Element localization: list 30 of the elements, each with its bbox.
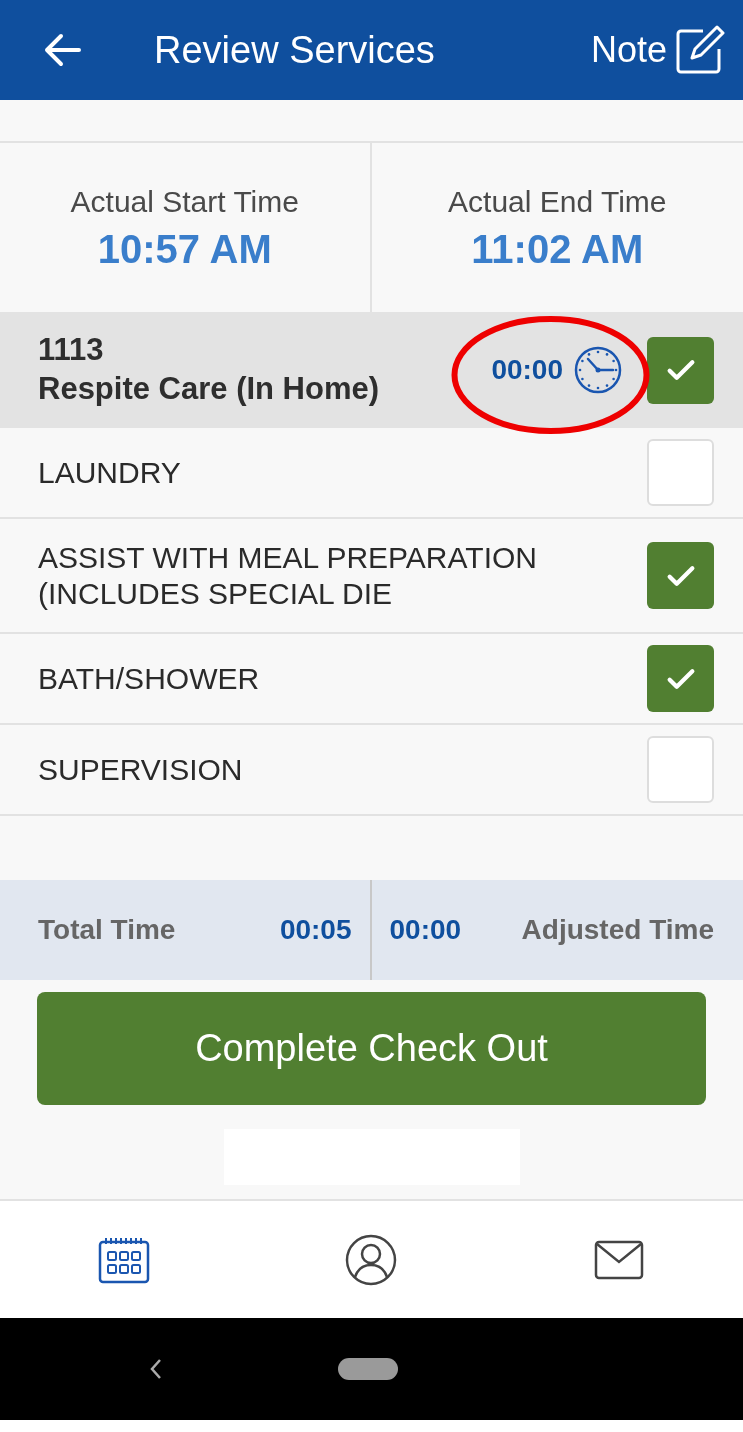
checkbox[interactable] bbox=[647, 645, 714, 712]
task-label: BATH/SHOWER bbox=[38, 660, 261, 697]
edit-icon bbox=[675, 25, 725, 75]
time-label: Actual Start Time bbox=[70, 184, 299, 220]
time-value: 11:02 AM bbox=[471, 226, 644, 273]
duration-value: 00:00 bbox=[491, 353, 563, 387]
service-name: Respite Care (In Home) bbox=[38, 370, 380, 408]
mail-icon[interactable] bbox=[594, 1239, 645, 1280]
checkbox[interactable] bbox=[647, 542, 714, 609]
calendar-icon[interactable] bbox=[97, 1235, 150, 1284]
screen-title: Review Services bbox=[154, 27, 435, 73]
task-label: LAUNDRY bbox=[38, 454, 182, 491]
total-value: 00:05 bbox=[279, 913, 352, 947]
home-pill[interactable] bbox=[338, 1358, 398, 1380]
user-icon[interactable] bbox=[345, 1233, 398, 1286]
checkbox[interactable] bbox=[647, 439, 714, 506]
service-code: 1113 bbox=[38, 331, 105, 370]
task-label: SUPERVISION bbox=[38, 751, 244, 788]
adjusted-label: Adjusted Time bbox=[521, 913, 714, 947]
checkbox[interactable] bbox=[647, 736, 714, 803]
back-icon[interactable] bbox=[148, 1357, 164, 1381]
time-label: Actual End Time bbox=[448, 184, 667, 220]
clock-icon[interactable] bbox=[573, 345, 623, 395]
time-value: 10:57 AM bbox=[97, 226, 272, 273]
adjusted-value: 00:00 bbox=[389, 913, 462, 947]
complete-check-out-button[interactable]: Complete Check Out bbox=[37, 992, 706, 1105]
checkbox[interactable] bbox=[647, 336, 714, 404]
total-label: Total Time bbox=[38, 913, 176, 947]
note-button[interactable]: Note bbox=[590, 23, 725, 77]
task-label: ASSIST WITH MEAL PREPARATION (INCLUDES SPECIAL DIE bbox=[38, 539, 538, 612]
